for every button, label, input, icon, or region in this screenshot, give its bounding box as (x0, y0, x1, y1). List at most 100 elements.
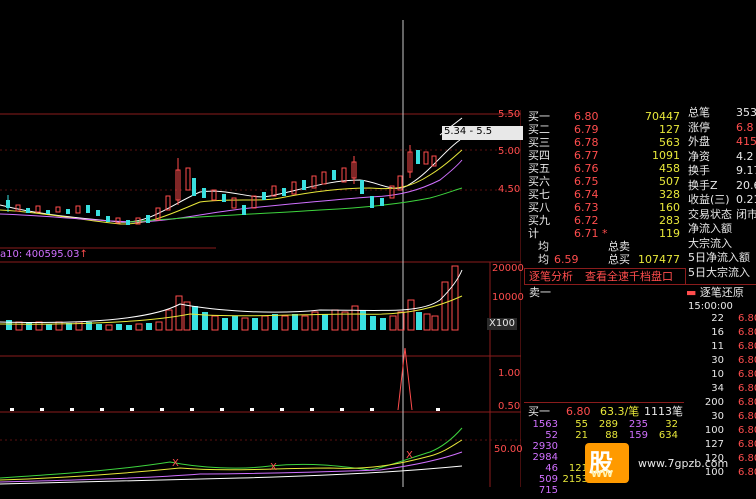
tick-price: 6.80 (738, 439, 756, 450)
svg-text:X: X (406, 450, 413, 461)
tick-panel-header: ▬ 逐笔还原 (686, 286, 744, 299)
bid-volume: 507 (659, 175, 680, 188)
stat-row: 5日净流入额 (686, 251, 756, 265)
indicator-2: X X X (0, 427, 463, 485)
tick-volume: 30 (711, 411, 724, 422)
tick-price: 6.80 (738, 453, 756, 464)
bid-volume: 1091 (652, 149, 680, 162)
stat-row: 5日大宗流入 (686, 266, 756, 280)
buy-queue-count: 1113笔 (644, 405, 683, 418)
site-url: www.7gpzb.com (638, 457, 729, 470)
collapse-icon[interactable]: ▬ (686, 286, 696, 299)
price-axis-label: 5.00 (498, 146, 521, 157)
tick-row: 306.80 (684, 355, 756, 369)
tick-panel-title: 逐笔还原 (699, 286, 744, 299)
bid-row[interactable]: 买一 6.80 70447 (524, 110, 684, 124)
tick-row: 226.80 (684, 313, 756, 327)
bid-volume: 119 (659, 227, 680, 240)
stat-value: 9.17 (736, 164, 756, 177)
bid-price: 6.79 (574, 123, 599, 136)
bid-row[interactable]: 买二 6.79 127 (524, 123, 684, 137)
tick-price: 6.80 (738, 397, 756, 408)
crosshair-tooltip: 5.34 - 5.5 (442, 126, 523, 140)
bid-label: 买一 (528, 110, 550, 123)
stat-label: 收益(三) (688, 193, 730, 206)
buy-queue-avg: 63.3/笔 (600, 405, 640, 418)
stat-label: 总笔 (688, 106, 710, 119)
tick-volume: 30 (711, 355, 724, 366)
volume-unit: X100 (487, 318, 517, 330)
svg-text:X: X (270, 462, 277, 473)
site-logo: 股 WW (585, 443, 629, 483)
tick-price: 6.80 (738, 411, 756, 422)
stat-label: 5日净流入额 (688, 251, 750, 264)
tab-tick-analysis[interactable]: 逐笔分析 (529, 270, 573, 283)
bid-volume: 283 (659, 214, 680, 227)
avg-price: 6.59 (554, 253, 579, 266)
bid-row[interactable]: 买三 6.78 563 (524, 136, 684, 150)
candles (6, 117, 463, 225)
tab-full-depth[interactable]: 查看全速千档盘口 (585, 270, 673, 283)
stat-label: 净流入额 (688, 222, 732, 235)
bid-label: 买二 (528, 123, 550, 136)
tick-row: 346.80 (684, 383, 756, 397)
price-axis-label: 4.50 (498, 184, 521, 195)
bid-price: 6.76 (574, 162, 599, 175)
stat-label: 净资 (688, 149, 710, 163)
tick-price: 6.80 (738, 383, 756, 394)
tick-price: 6.80 (738, 355, 756, 366)
bid-price: 6.71 (574, 227, 599, 240)
bid-row[interactable]: 买九 6.72 283 (524, 214, 684, 228)
stat-row: 外盘 4159 (686, 135, 756, 149)
bid-volume: 328 (659, 188, 680, 201)
total-buy-value: 107477 (638, 253, 680, 266)
chart-canvas: X X X (0, 20, 521, 487)
tick-row: 166.80 (684, 327, 756, 341)
bid-label: 计 (528, 227, 539, 240)
tick-volume: 200 (704, 397, 724, 408)
bid-row[interactable]: 买四 6.77 1091 (524, 149, 684, 163)
tick-volume: 16 (711, 327, 724, 338)
tick-price: 6.80 (738, 369, 756, 380)
tick-row: 116.80 (684, 341, 756, 355)
indicator-axis-label: 0.50 (498, 401, 521, 412)
bid-row[interactable]: 买五 6.76 458 (524, 162, 684, 176)
stats-panel: 总笔353涨停6.8外盘4159净资4.2换手9.17换手Z20.67收益(三)… (686, 106, 756, 286)
stat-row: 交易状态 闭市 (686, 208, 756, 222)
tick-price: 6.80 (738, 313, 756, 324)
tick-price: 6.80 (738, 425, 756, 436)
stat-label: 大宗流入 (688, 236, 732, 250)
tick-volume: 11 (711, 341, 724, 352)
sell-queue-label: 卖一 (529, 286, 551, 299)
tick-volume: 127 (704, 439, 724, 450)
stat-value: 0.21 (736, 193, 756, 206)
bid-price: 6.80 (574, 110, 599, 123)
buy-queue-price: 6.80 (566, 405, 591, 418)
stat-row: 大宗流入 (686, 237, 756, 251)
buy-queue-label: 买一 (528, 405, 550, 418)
tick-price: 6.80 (738, 327, 756, 338)
queue-row: 715 (524, 485, 684, 499)
bid-volume: 563 (659, 136, 680, 149)
bid-price: 6.77 (574, 149, 599, 162)
bid-price: 6.73 (574, 201, 599, 214)
stat-value: 4.2 (736, 149, 754, 163)
tick-time: 15:00:00 (688, 301, 733, 312)
bid-row[interactable]: 计 6.71 * 119 (524, 227, 684, 241)
bid-row[interactable]: 买八 6.73 160 (524, 201, 684, 215)
bid-volume: 127 (659, 123, 680, 136)
bid-price: 6.78 (574, 136, 599, 149)
total-sell-label: 总卖 (608, 240, 630, 253)
bid-row[interactable]: 买六 6.75 507 (524, 175, 684, 189)
stat-row: 换手 9.17 (686, 164, 756, 178)
stat-label: 5日大宗流入 (688, 265, 750, 279)
bid-price: 6.75 (574, 175, 599, 188)
bid-row[interactable]: 买七 6.74 328 (524, 188, 684, 202)
bid-volume: 160 (659, 201, 680, 214)
avg-label: 均 (538, 240, 549, 253)
tick-volume: 100 (704, 425, 724, 436)
tick-volume: 34 (711, 383, 724, 394)
stat-row: 总笔 353 (686, 106, 756, 120)
kline-chart-area[interactable]: X X X 5.34 - 5.5 5.50 5.00 4.50 a10: 400… (0, 0, 524, 487)
indicator-1 (10, 347, 440, 411)
